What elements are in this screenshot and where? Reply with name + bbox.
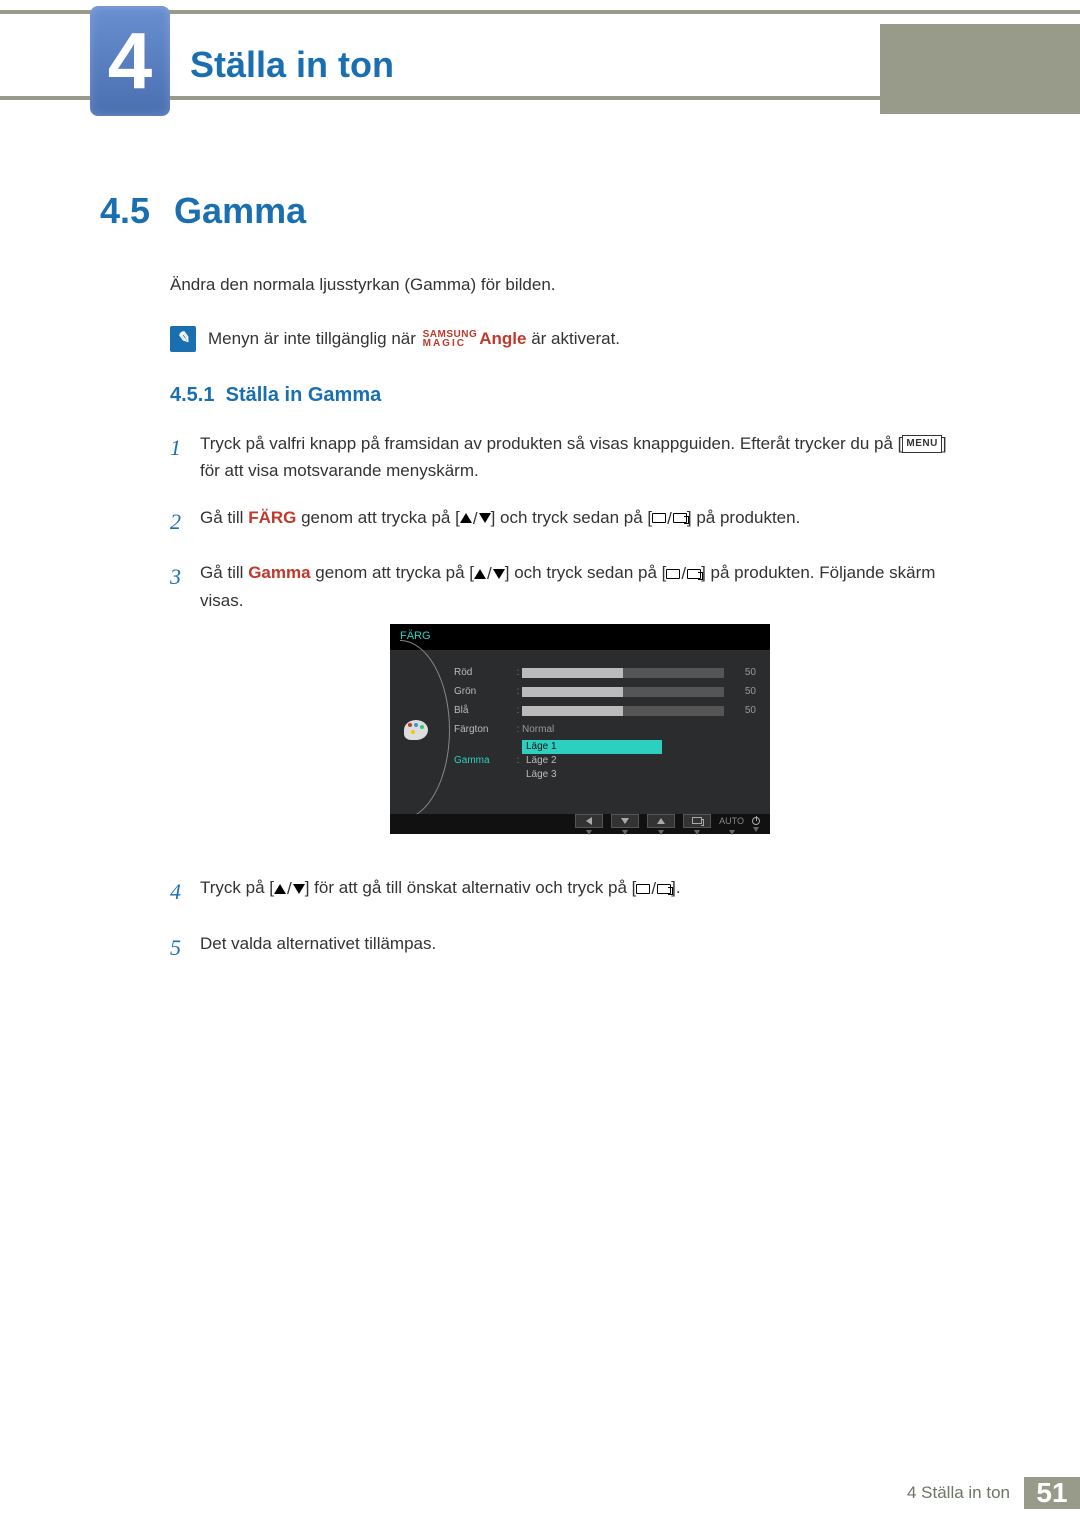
step-number: 4 — [170, 874, 200, 909]
osd-menu-list: Röd : 50 Grön : 50 — [450, 650, 770, 810]
palette-icon — [404, 720, 428, 740]
osd-slider — [522, 687, 724, 697]
step-number: 2 — [170, 504, 200, 539]
gamma-keyword: Gamma — [248, 563, 310, 582]
osd-nav-auto: AUTO — [719, 814, 744, 828]
page-content: 4.5 Gamma Ändra den normala ljusstyrkan … — [100, 190, 960, 985]
section-heading: 4.5 Gamma — [100, 190, 960, 232]
osd-slider — [522, 706, 724, 716]
step-number: 5 — [170, 930, 200, 965]
footer-page-number: 51 — [1024, 1477, 1080, 1509]
chapter-number-badge: 4 — [90, 6, 170, 116]
subsection-title: Ställa in Gamma — [226, 384, 382, 406]
note-icon: ✎ — [170, 326, 196, 352]
osd-nav-back-icon — [575, 814, 603, 828]
osd-screenshot: FÄRG Röd : 50 — [390, 624, 770, 834]
enter-source-icon: / — [636, 875, 671, 902]
step-3: 3 Gå till Gamma genom att trycka på [ / … — [170, 559, 960, 854]
osd-option-selected: Läge 1 — [522, 740, 662, 754]
angle-word: Angle — [479, 329, 526, 348]
step-4: 4 Tryck på [ / ] för att gå till önskat … — [170, 874, 960, 909]
chapter-header: 4 Ställa in ton — [0, 10, 1080, 100]
section-intro: Ändra den normala ljusstyrkan (Gamma) fö… — [170, 272, 960, 298]
osd-row-blue: Blå : 50 — [454, 702, 760, 721]
note-prefix: Menyn är inte tillgänglig när — [208, 329, 421, 348]
section-number: 4.5 — [100, 190, 150, 232]
step-number: 1 — [170, 430, 200, 465]
up-down-icon: / — [474, 560, 505, 587]
enter-source-icon: / — [652, 505, 687, 532]
osd-row-green: Grön : 50 — [454, 683, 760, 702]
osd-left-panel — [390, 650, 450, 810]
menu-button-icon: MENU — [902, 435, 941, 453]
subsection-number: 4.5.1 — [170, 384, 214, 406]
note-text: Menyn är inte tillgänglig när SAMSUNGMAG… — [208, 326, 620, 352]
osd-nav-up-icon — [647, 814, 675, 828]
subsection-heading: 4.5.1 Ställa in Gamma — [170, 380, 960, 410]
enter-source-icon: / — [666, 560, 701, 587]
page-footer: 4 Ställa in ton 51 — [893, 1477, 1080, 1509]
step-2: 2 Gå till FÄRG genom att trycka på [ / ]… — [170, 504, 960, 539]
osd-option: Läge 2 — [522, 754, 662, 768]
step-number: 3 — [170, 559, 200, 594]
osd-nav-enter-icon — [683, 814, 711, 828]
up-down-icon: / — [274, 875, 305, 902]
osd-nav-down-icon — [611, 814, 639, 828]
step-5: 5 Det valda alternativet tillämpas. — [170, 930, 960, 965]
steps-list: 1 Tryck på valfri knapp på framsidan av … — [170, 430, 960, 965]
header-accent — [880, 24, 1080, 114]
osd-navbar: AUTO — [390, 814, 770, 834]
note-row: ✎ Menyn är inte tillgänglig när SAMSUNGM… — [170, 326, 960, 352]
note-suffix: är aktiverat. — [526, 329, 620, 348]
section-title: Gamma — [174, 190, 306, 232]
osd-slider — [522, 668, 724, 678]
osd-nav-power-icon — [752, 817, 760, 825]
osd-row-gamma: Gamma : Läge 1 Läge 2 Läge 3 — [454, 740, 760, 759]
osd-row-tone: Färgton : Normal — [454, 721, 760, 740]
chapter-title: Ställa in ton — [190, 44, 394, 86]
farg-keyword: FÄRG — [248, 508, 296, 527]
osd-option: Läge 3 — [522, 768, 662, 782]
samsung-magic-brand: SAMSUNGMAGIC — [423, 330, 478, 348]
step-1: 1 Tryck på valfri knapp på framsidan av … — [170, 430, 960, 484]
up-down-icon: / — [460, 505, 491, 532]
osd-arc-decoration — [350, 640, 450, 820]
osd-gamma-options: Läge 1 Läge 2 Läge 3 — [522, 740, 760, 782]
osd-row-red: Röd : 50 — [454, 664, 760, 683]
footer-chapter-label: 4 Ställa in ton — [893, 1477, 1024, 1509]
osd-title: FÄRG — [390, 624, 770, 650]
